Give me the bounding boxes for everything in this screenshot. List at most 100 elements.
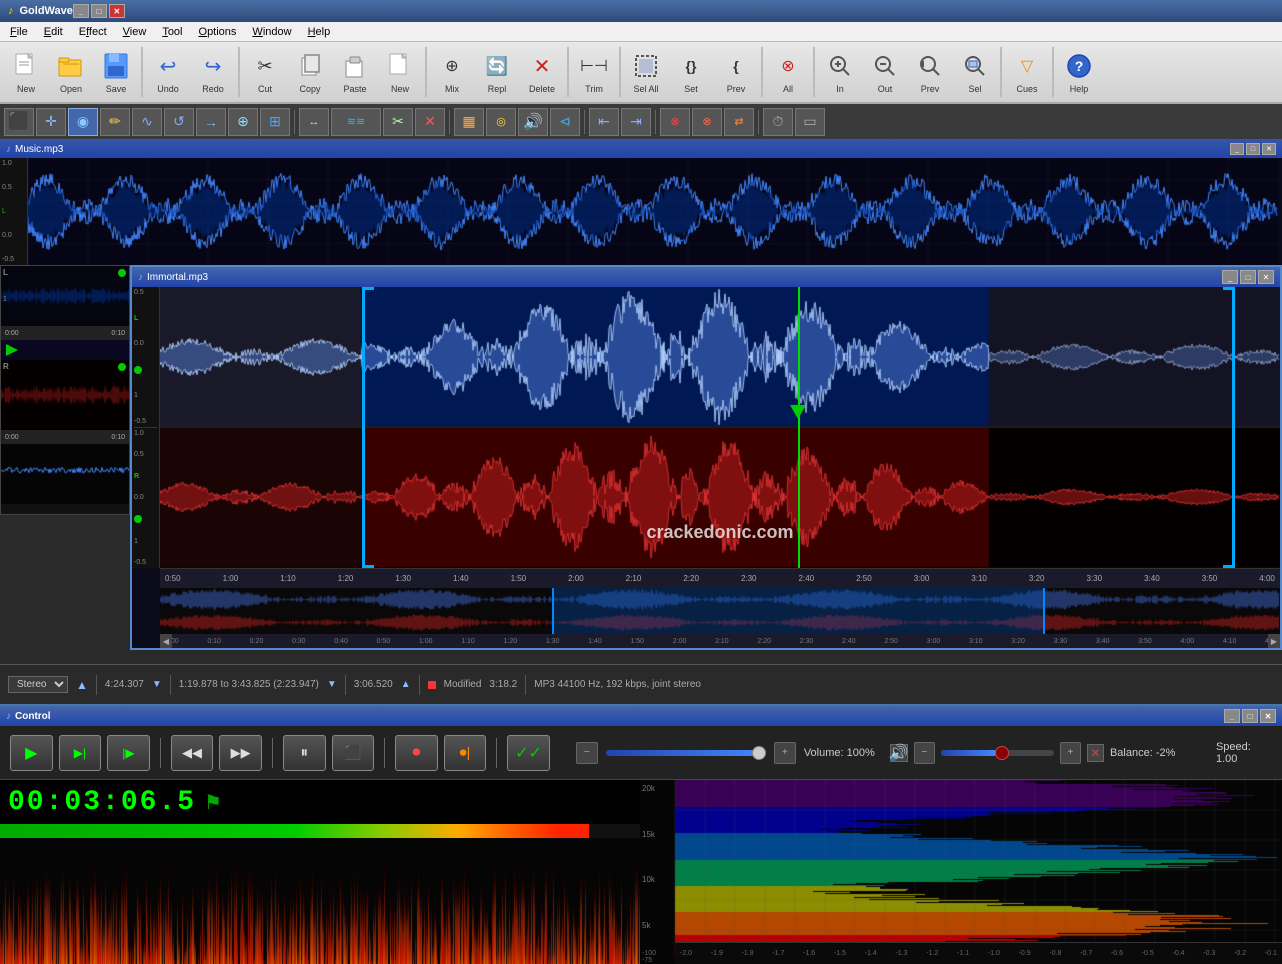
toolbar-redo[interactable]: ↪ Redo xyxy=(191,45,235,99)
menu-window[interactable]: Window xyxy=(244,24,299,40)
toolbar-zoom-sel[interactable]: Sel xyxy=(953,45,997,99)
toolbar-new[interactable]: New xyxy=(4,45,48,99)
tool-clock[interactable]: ⏱ xyxy=(763,108,793,136)
menu-view[interactable]: View xyxy=(115,24,155,40)
toolbar-all[interactable]: ⊗ All xyxy=(766,45,810,99)
punch-btn[interactable]: ⏺| xyxy=(444,735,487,771)
speaker-icon[interactable]: 🔊 xyxy=(890,744,908,762)
toolbar-help[interactable]: ? Help xyxy=(1057,45,1101,99)
menu-tool[interactable]: Tool xyxy=(154,24,190,40)
channel-mode-select[interactable]: Stereo xyxy=(8,676,68,693)
tool-arrow-left2[interactable]: ⇤ xyxy=(589,108,619,136)
timer-flag-icon[interactable]: ⚑ xyxy=(204,790,222,815)
volume-slider-thumb[interactable] xyxy=(752,746,766,760)
music-win-close[interactable]: ✕ xyxy=(1262,143,1276,155)
tool-fx[interactable]: ⊗ xyxy=(692,108,722,136)
balance-slider-thumb[interactable] xyxy=(995,746,1009,760)
pause-btn[interactable]: ⏸ xyxy=(283,735,326,771)
toolbar-selall[interactable]: Sel All xyxy=(624,45,668,99)
toolbar-trim[interactable]: ⊢⊣ Trim xyxy=(572,45,616,99)
menu-help[interactable]: Help xyxy=(300,24,339,40)
toolbar-zoom-in[interactable]: In xyxy=(818,45,862,99)
toolbar-open[interactable]: Open xyxy=(49,45,93,99)
tool-pencil[interactable]: ✏ xyxy=(100,108,130,136)
menu-file[interactable]: File xyxy=(2,24,36,40)
tool-scissors[interactable]: ✂ xyxy=(383,108,413,136)
toolbar-replace[interactable]: 🔄 Repl xyxy=(475,45,519,99)
close-btn[interactable]: ✕ xyxy=(109,4,125,18)
balance-slider-track[interactable] xyxy=(941,750,1054,756)
tool-arrow-right[interactable]: → xyxy=(196,108,226,136)
toolbar-zoom-prev[interactable]: Prev xyxy=(908,45,952,99)
minimize-btn[interactable]: _ xyxy=(73,4,89,18)
accept-btn[interactable]: ✓✓ xyxy=(507,735,550,771)
toolbar-mix[interactable]: ⊕ Mix xyxy=(430,45,474,99)
bal-close-btn[interactable]: ✕ xyxy=(1087,744,1104,762)
tool-circle[interactable]: ◉ xyxy=(68,108,98,136)
duration-expand[interactable]: ▼ xyxy=(152,679,162,690)
control-win-close[interactable]: ✕ xyxy=(1260,709,1276,723)
record-btn[interactable]: ⏺ xyxy=(395,735,438,771)
tool-balance[interactable]: ⊲ xyxy=(550,108,580,136)
play-next-btn[interactable]: |▶ xyxy=(107,735,150,771)
tool-arrow-right2[interactable]: ⇥ xyxy=(621,108,651,136)
vol-minus[interactable]: − xyxy=(576,742,598,764)
maximize-btn[interactable]: □ xyxy=(91,4,107,18)
tool-crosshair[interactable]: ✛ xyxy=(36,108,66,136)
tool-stop-btn[interactable]: ⬛ xyxy=(4,108,34,136)
tool-pointer[interactable]: ⊞ xyxy=(260,108,290,136)
menu-edit[interactable]: Edit xyxy=(36,24,71,40)
music-win-controls[interactable]: _ □ ✕ xyxy=(1230,143,1276,155)
fast-fwd-btn[interactable]: ▶▶ xyxy=(219,735,262,771)
menu-options[interactable]: Options xyxy=(191,24,245,40)
music-win-min[interactable]: _ xyxy=(1230,143,1244,155)
toolbar-delete[interactable]: ✕ Delete xyxy=(520,45,564,99)
titlebar-controls[interactable]: _ □ ✕ xyxy=(73,4,125,18)
control-win-min[interactable]: _ xyxy=(1224,709,1240,723)
music-win-max[interactable]: □ xyxy=(1246,143,1260,155)
toolbar-cues[interactable]: ▽ Cues xyxy=(1005,45,1049,99)
toolbar-undo[interactable]: ↩ Undo xyxy=(146,45,190,99)
sel-expand[interactable]: ▼ xyxy=(327,679,337,690)
bal-plus[interactable]: + xyxy=(1060,742,1081,764)
tool-loop[interactable]: ↺ xyxy=(164,108,194,136)
immortal-main-waveform[interactable]: crackedonic.com xyxy=(160,287,1280,568)
toolbar-zoom-out[interactable]: Out xyxy=(863,45,907,99)
tool-volume[interactable]: 🔊 xyxy=(518,108,548,136)
stop-btn[interactable]: ⬛ xyxy=(332,735,375,771)
overview-scroll-left[interactable]: ◀ xyxy=(160,634,172,648)
toolbar-cut[interactable]: ✂ Cut xyxy=(243,45,287,99)
toolbar-prev-mark[interactable]: { Prev xyxy=(714,45,758,99)
control-win-controls[interactable]: _ □ ✕ xyxy=(1224,709,1276,723)
status-expand-icon[interactable]: ▲ xyxy=(76,678,88,692)
control-win-max[interactable]: □ xyxy=(1242,709,1258,723)
vol-plus[interactable]: + xyxy=(774,742,796,764)
tool-selection[interactable]: ↔ xyxy=(299,108,329,136)
play-btn[interactable]: ▶ xyxy=(10,735,53,771)
menu-effect[interactable]: Effect xyxy=(71,24,115,40)
tool-comment[interactable]: ▭ xyxy=(795,108,825,136)
tool-spectrum[interactable]: ▦ xyxy=(454,108,484,136)
immortal-win-close[interactable]: ✕ xyxy=(1258,270,1274,284)
toolbar-copy[interactable]: Copy xyxy=(288,45,332,99)
overview-scroll-right[interactable]: ▶ xyxy=(1268,634,1280,648)
tool-arrows3[interactable]: ⇄ xyxy=(724,108,754,136)
rewind-btn[interactable]: ◀◀ xyxy=(171,735,214,771)
toolbar-save[interactable]: Save xyxy=(94,45,138,99)
toolbar-set[interactable]: {} Set xyxy=(669,45,713,99)
immortal-win-max[interactable]: □ xyxy=(1240,270,1256,284)
tool-wave[interactable]: ∿ xyxy=(132,108,162,136)
toolbar-new2[interactable]: New xyxy=(378,45,422,99)
pos-expand[interactable]: ▲ xyxy=(401,679,411,690)
tool-eq[interactable]: ⊗ xyxy=(660,108,690,136)
immortal-win-min[interactable]: _ xyxy=(1222,270,1238,284)
immortal-win-controls[interactable]: _ □ ✕ xyxy=(1222,270,1274,284)
bal-minus[interactable]: − xyxy=(914,742,935,764)
tool-cross[interactable]: ✕ xyxy=(415,108,445,136)
tool-channel[interactable]: ◎ xyxy=(486,108,516,136)
tool-left-bracket[interactable]: ⊕ xyxy=(228,108,258,136)
tool-waveform-view[interactable]: ≋≋ xyxy=(331,108,381,136)
play-sel-btn[interactable]: ▶| xyxy=(59,735,102,771)
toolbar-paste[interactable]: Paste xyxy=(333,45,377,99)
volume-slider-track[interactable] xyxy=(606,750,766,756)
